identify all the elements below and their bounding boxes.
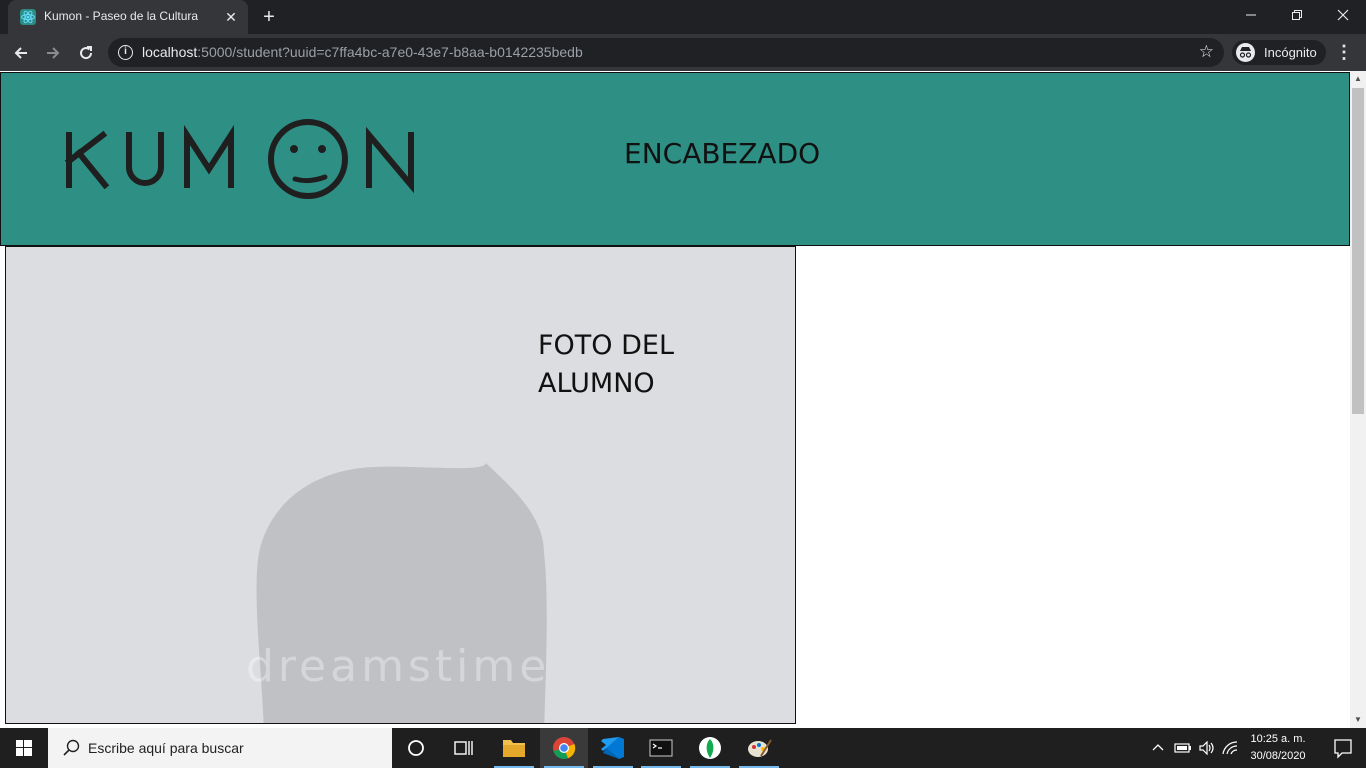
header-title: ENCABEZADO xyxy=(624,137,821,170)
mongodb-icon[interactable] xyxy=(686,728,734,768)
reload-icon[interactable] xyxy=(73,40,99,66)
chrome-icon[interactable] xyxy=(540,728,588,768)
url-path: :5000/student?uuid=c7ffa4bc-a7e0-43e7-b8… xyxy=(197,44,583,60)
url-text[interactable]: localhost:5000/student?uuid=c7ffa4bc-a7e… xyxy=(142,44,583,60)
clock-time: 10:25 a. m. xyxy=(1250,733,1306,745)
close-window-button[interactable] xyxy=(1320,0,1366,30)
task-view-icon[interactable] xyxy=(440,728,488,768)
page-header: ENCABEZADO xyxy=(0,72,1350,246)
photo-watermark: dreamstime xyxy=(246,641,551,692)
restore-button[interactable] xyxy=(1274,0,1320,30)
terminal-icon[interactable] xyxy=(637,728,685,768)
page-viewport: ENCABEZADO dreamstime FOTO DEL ALUMNO xyxy=(0,71,1350,728)
windows-start-icon[interactable] xyxy=(0,728,48,768)
clock-date: 30/08/2020 xyxy=(1250,750,1306,762)
kumon-logo xyxy=(64,119,414,199)
scroll-up-arrow-icon[interactable]: ▲ xyxy=(1350,71,1366,87)
taskbar-search-box[interactable]: Escribe aquí para buscar xyxy=(48,728,392,768)
search-placeholder: Escribe aquí para buscar xyxy=(88,740,244,756)
system-clock[interactable]: 10:25 a. m. 30/08/2020 xyxy=(1236,731,1320,765)
file-explorer-icon[interactable] xyxy=(490,728,538,768)
notification-center-icon[interactable] xyxy=(1320,728,1366,768)
site-info-icon[interactable]: i xyxy=(118,45,133,60)
scroll-down-arrow-icon[interactable]: ▼ xyxy=(1350,712,1366,728)
new-tab-button[interactable]: + xyxy=(258,6,280,28)
url-host: localhost xyxy=(142,44,198,60)
browser-tab-strip: Kumon - Paseo de la Cultura ✕ + xyxy=(0,0,1366,34)
paint-icon[interactable] xyxy=(735,728,783,768)
react-favicon-icon xyxy=(20,9,36,25)
address-bar[interactable]: i localhost:5000/student?uuid=c7ffa4bc-a… xyxy=(108,38,1224,67)
incognito-icon xyxy=(1236,43,1255,62)
incognito-label: Incógnito xyxy=(1264,45,1317,60)
battery-icon[interactable] xyxy=(1172,728,1194,768)
forward-arrow-icon[interactable] xyxy=(40,40,66,66)
tab-title: Kumon - Paseo de la Cultura xyxy=(44,9,199,23)
browser-toolbar: i localhost:5000/student?uuid=c7ffa4bc-a… xyxy=(0,34,1366,71)
windows-taskbar: Escribe aquí para buscar 10:25 a. m. 30/… xyxy=(0,728,1366,768)
vertical-scrollbar[interactable]: ▲ ▼ xyxy=(1350,71,1366,728)
tab-close-icon[interactable]: ✕ xyxy=(222,8,240,26)
search-icon xyxy=(63,739,80,756)
cortana-icon[interactable] xyxy=(392,728,440,768)
minimize-button[interactable] xyxy=(1228,0,1274,30)
scroll-thumb[interactable] xyxy=(1352,88,1364,414)
student-photo-placeholder: dreamstime FOTO DEL ALUMNO xyxy=(5,246,796,724)
more-menu-icon[interactable]: ⋮ xyxy=(1334,41,1354,65)
tray-chevron-icon[interactable] xyxy=(1148,728,1168,768)
incognito-badge[interactable]: Incógnito xyxy=(1232,40,1326,65)
photo-label: FOTO DEL ALUMNO xyxy=(538,330,675,399)
volume-icon[interactable] xyxy=(1196,728,1218,768)
bookmark-star-icon[interactable]: ☆ xyxy=(1199,42,1214,62)
vscode-icon[interactable] xyxy=(589,728,637,768)
back-arrow-icon[interactable] xyxy=(8,40,34,66)
browser-tab[interactable]: Kumon - Paseo de la Cultura ✕ xyxy=(8,0,248,34)
